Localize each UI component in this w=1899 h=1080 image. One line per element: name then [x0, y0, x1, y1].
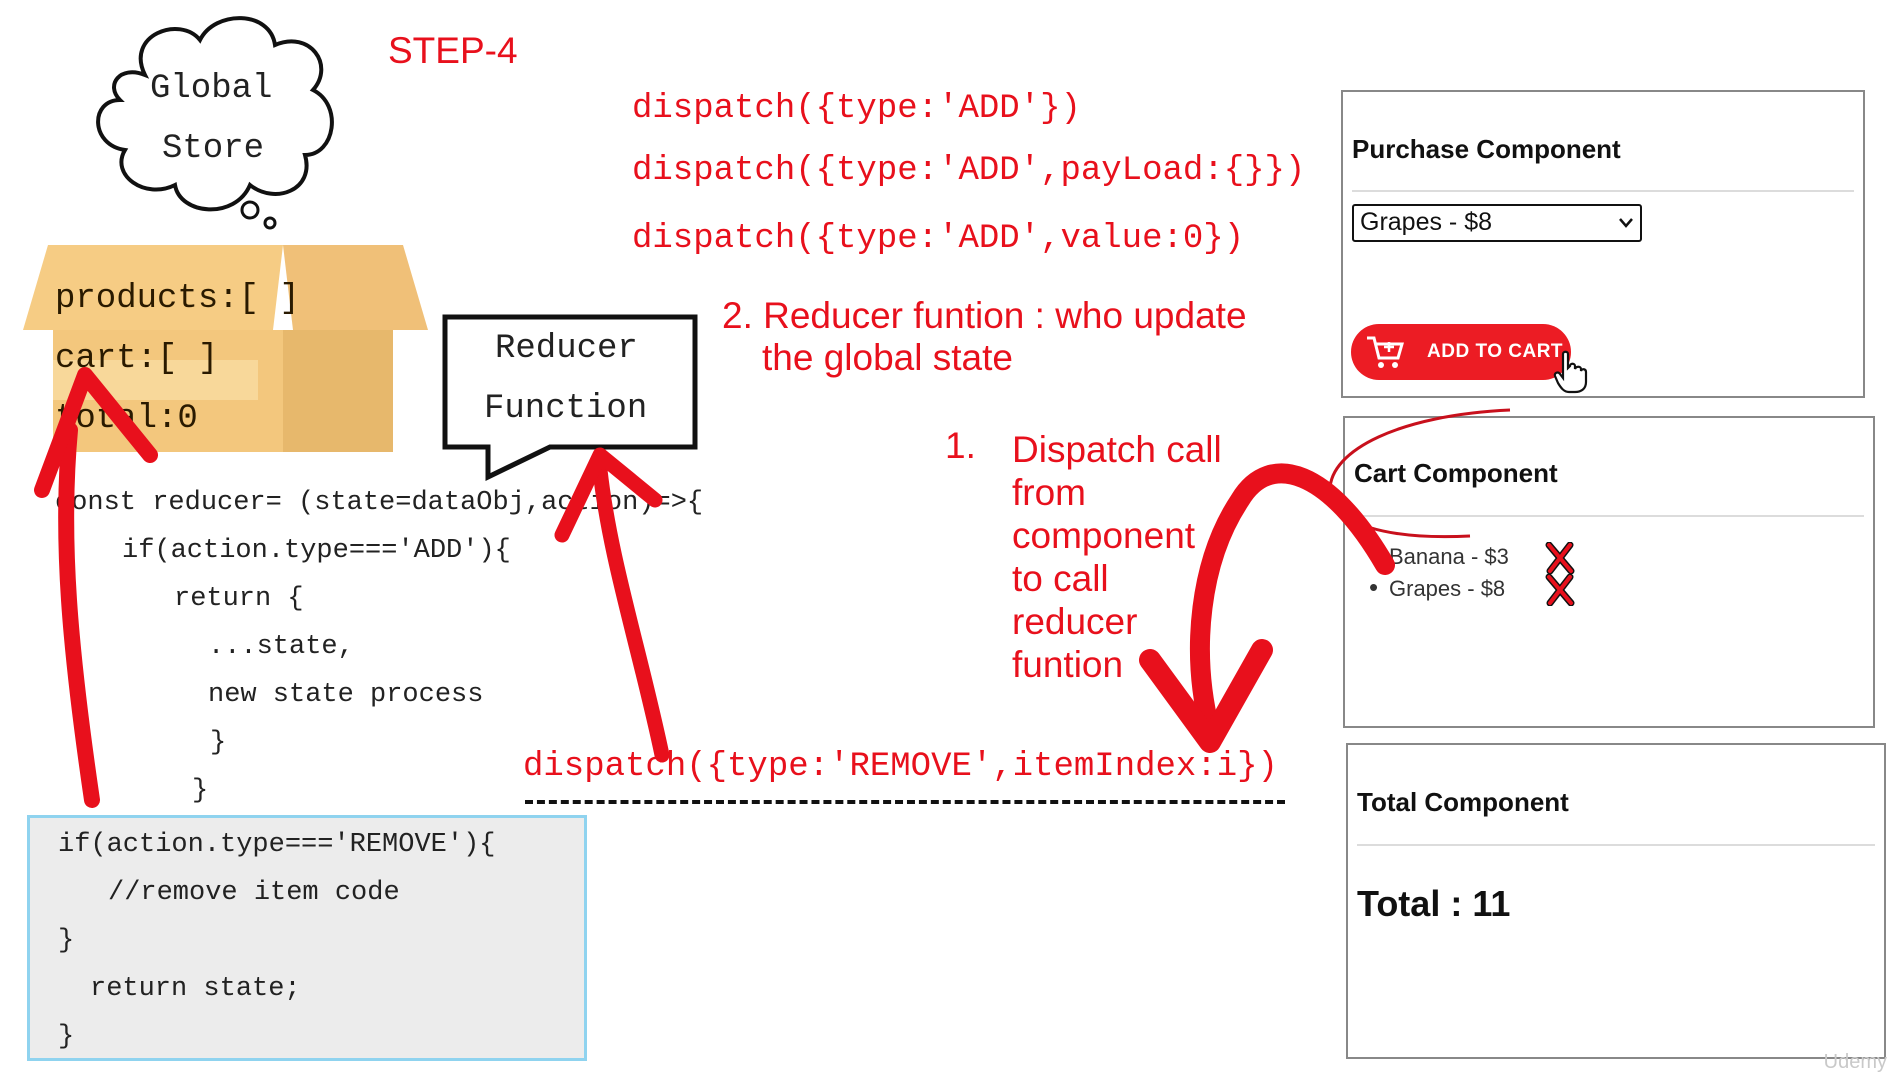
- arrowhead-up-left: [34, 367, 158, 498]
- arrow-remove-to-cart: [58, 422, 100, 808]
- annotation-overlay: [34, 367, 1511, 808]
- arrow-dispatch-to-reducer: [592, 462, 670, 763]
